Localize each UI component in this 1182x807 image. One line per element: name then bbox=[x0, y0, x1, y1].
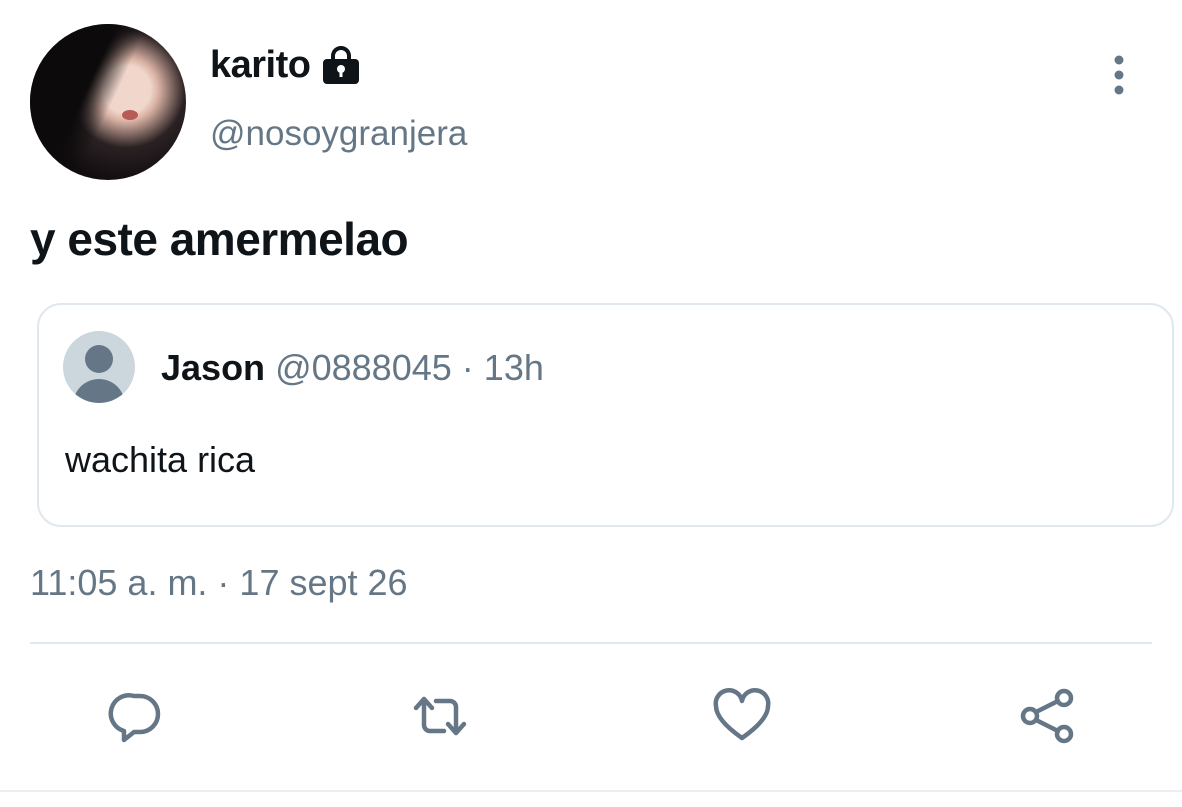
quoted-tweet-header: Jason @0888045 · 13h bbox=[161, 347, 544, 389]
tweet-text: y este amermelao bbox=[30, 213, 409, 265]
lock-icon bbox=[320, 45, 362, 86]
quoted-tweet-card[interactable]: Jason @0888045 · 13h wachita rica bbox=[37, 303, 1174, 527]
more-options-icon[interactable] bbox=[1100, 52, 1138, 98]
author-display-name[interactable]: karito bbox=[210, 44, 311, 87]
retweet-icon bbox=[413, 696, 467, 736]
like-button[interactable] bbox=[710, 684, 774, 748]
quoted-author-handle[interactable]: @0888045 bbox=[275, 347, 452, 388]
avatar-mouth bbox=[122, 110, 138, 120]
default-avatar-head bbox=[85, 345, 113, 373]
tweet-card: karito @nosoygranjera y este amermelao J… bbox=[0, 0, 1182, 807]
divider bbox=[30, 642, 1152, 644]
avatar-hair bbox=[30, 24, 186, 180]
reply-icon bbox=[108, 693, 161, 743]
author-display-name-row[interactable]: karito bbox=[210, 44, 362, 87]
heart-icon bbox=[713, 688, 771, 741]
share-button[interactable] bbox=[1016, 684, 1080, 748]
default-avatar-body bbox=[73, 379, 125, 403]
quoted-separator: · bbox=[461, 347, 474, 388]
quoted-tweet-time[interactable]: 13h bbox=[484, 347, 544, 388]
quoted-author-avatar[interactable] bbox=[63, 331, 135, 403]
reply-button[interactable] bbox=[104, 684, 168, 748]
quoted-tweet-text: wachita rica bbox=[65, 439, 256, 480]
author-avatar[interactable] bbox=[30, 24, 186, 180]
retweet-button[interactable] bbox=[408, 684, 472, 748]
bottom-divider bbox=[0, 790, 1182, 792]
share-icon bbox=[1020, 688, 1074, 744]
tweet-timestamp[interactable]: 11:05 a. m. · 17 sept 26 bbox=[30, 562, 408, 604]
author-handle[interactable]: @nosoygranjera bbox=[210, 114, 467, 154]
quoted-author-name[interactable]: Jason bbox=[161, 347, 265, 388]
